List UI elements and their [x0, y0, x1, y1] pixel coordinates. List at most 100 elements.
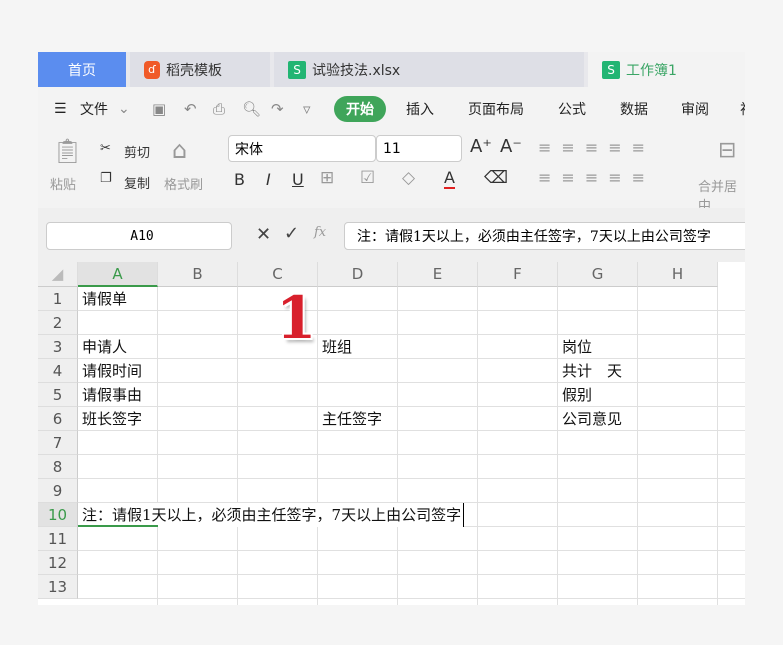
column-header-A[interactable]: A: [78, 262, 158, 287]
print-preview-icon[interactable]: 🔍︎: [242, 100, 261, 118]
align-horizontal-icons[interactable]: ≡≡≡≡≡: [538, 168, 655, 187]
undo-icon[interactable]: ↶: [184, 100, 197, 118]
eraser-icon[interactable]: ⌫: [484, 168, 508, 188]
underline-button[interactable]: U: [292, 170, 304, 189]
sheet-icon: S: [288, 60, 306, 79]
format-painter-button[interactable]: 格式刷: [164, 174, 203, 193]
sheet-grid[interactable]: ◢ A B C D E F G H 1 2 3 4 5 6 7 8 9 10 11 12 13 请假单 申请人 班组 岗位 请假时…: [38, 262, 745, 605]
tab-start[interactable]: 开始: [334, 96, 386, 122]
gridline: [78, 430, 745, 431]
borders-icon[interactable]: ⊞: [320, 168, 334, 188]
format-painter-icon: ⌂: [172, 136, 188, 164]
row-header-7[interactable]: 7: [38, 431, 78, 455]
cell-A4[interactable]: 请假时间: [78, 359, 142, 383]
gridline: [78, 310, 745, 311]
tab-review[interactable]: 审阅: [681, 99, 709, 119]
hamburger-icon[interactable]: ☰: [54, 101, 67, 117]
menu-bar: ☰ 文件 ⌄ ▣ ↶ ⎙ 🔍︎ ↷ ▿ 开始 插入 页面布局 公式 数据 审阅 …: [38, 88, 745, 130]
gridline: [78, 454, 745, 455]
paste-icon[interactable]: 📋︎: [52, 137, 82, 165]
merge-icon[interactable]: ⊟: [718, 138, 736, 163]
cell-D3[interactable]: 班组: [318, 335, 352, 359]
gridline: [78, 550, 745, 551]
font-size-value: 11: [383, 140, 401, 157]
row-header-11[interactable]: 11: [38, 527, 78, 551]
redo-icon[interactable]: ↷: [271, 100, 284, 118]
save-icon[interactable]: ▣: [152, 100, 166, 118]
formula-input[interactable]: 注：请假1天以上，必须由主任签字，7天以上由公司签字: [344, 222, 745, 250]
chevron-down-icon[interactable]: ⌄: [118, 101, 130, 117]
font-size-select[interactable]: 11: [376, 135, 462, 162]
tab-view[interactable]: 视: [740, 99, 745, 119]
cancel-icon[interactable]: ✕: [256, 224, 271, 245]
cut-button[interactable]: 剪切: [124, 142, 150, 161]
gridline: [78, 478, 745, 479]
fx-icon[interactable]: fx: [314, 225, 326, 240]
tab-insert[interactable]: 插入: [406, 99, 434, 119]
italic-button[interactable]: I: [266, 170, 271, 189]
gridline: [78, 574, 745, 575]
tab-bar: 首页 ɗ 稻壳模板 S 试验技法.xlsx S 工作簿1: [38, 52, 745, 87]
bold-button[interactable]: B: [234, 170, 245, 189]
docer-icon: ɗ: [144, 60, 160, 79]
cell-style-icon[interactable]: ☑: [360, 168, 375, 188]
column-header-B[interactable]: B: [158, 262, 238, 287]
cell-G3[interactable]: 岗位: [558, 335, 592, 359]
gridline: [78, 334, 745, 335]
print-icon[interactable]: ⎙: [213, 100, 225, 118]
cell-G6[interactable]: 公司意见: [558, 407, 622, 431]
cell-A3[interactable]: 申请人: [78, 335, 127, 359]
cell-D6[interactable]: 主任签字: [318, 407, 382, 431]
copy-icon: ❐: [100, 171, 112, 186]
row-header-10[interactable]: 10: [38, 503, 78, 527]
file-menu[interactable]: 文件: [80, 99, 108, 119]
cell-A5[interactable]: 请假事由: [78, 383, 142, 407]
column-header-D[interactable]: D: [318, 262, 398, 287]
tab-data[interactable]: 数据: [620, 99, 648, 119]
cell-G4[interactable]: 共计 天: [558, 359, 622, 383]
column-header-G[interactable]: G: [558, 262, 638, 287]
column-header-E[interactable]: E: [398, 262, 478, 287]
column-header-H[interactable]: H: [638, 262, 718, 287]
font-name-value: 宋体: [235, 141, 263, 158]
tab-label: 工作簿1: [626, 62, 677, 79]
name-box[interactable]: A10: [46, 222, 232, 250]
cell-A1[interactable]: 请假单: [78, 287, 127, 311]
cell-A10[interactable]: 注：请假1天以上，必须由主任签字，7天以上由公司签字: [78, 503, 465, 527]
row-header-5[interactable]: 5: [38, 383, 78, 407]
cell-A6[interactable]: 班长签字: [78, 407, 142, 431]
paste-button[interactable]: 粘贴: [50, 174, 76, 193]
row-header-3[interactable]: 3: [38, 335, 78, 359]
font-name-select[interactable]: 宋体: [228, 135, 376, 162]
copy-button[interactable]: 复制: [124, 173, 150, 192]
align-vertical-icons[interactable]: ≡≡≡≡≡: [538, 138, 655, 157]
row-header-4[interactable]: 4: [38, 359, 78, 383]
row-header-12[interactable]: 12: [38, 551, 78, 575]
row-header-8[interactable]: 8: [38, 455, 78, 479]
active-cell-indicator: [78, 525, 158, 527]
tab-file-xlsx[interactable]: S 试验技法.xlsx: [274, 52, 584, 87]
row-header-2[interactable]: 2: [38, 311, 78, 335]
tab-label: 稻壳模板: [166, 62, 222, 79]
tab-formula[interactable]: 公式: [558, 99, 586, 119]
tab-workbook1[interactable]: S 工作簿1: [588, 52, 745, 87]
increase-font-icon[interactable]: A⁺: [470, 136, 492, 157]
row-header-9[interactable]: 9: [38, 479, 78, 503]
tab-home[interactable]: 首页: [38, 52, 126, 87]
tab-docer[interactable]: ɗ 稻壳模板: [130, 52, 270, 87]
column-header-F[interactable]: F: [478, 262, 558, 287]
select-all-corner[interactable]: ◢: [38, 262, 78, 287]
row-header-13[interactable]: 13: [38, 575, 78, 599]
scissors-icon: ✂: [100, 141, 111, 156]
cell-G5[interactable]: 假别: [558, 383, 592, 407]
row-header-1[interactable]: 1: [38, 287, 78, 311]
gridline: [78, 406, 745, 407]
row-header-6[interactable]: 6: [38, 407, 78, 431]
confirm-icon[interactable]: ✓: [284, 223, 299, 244]
font-color-button[interactable]: A: [444, 168, 455, 189]
fill-color-icon[interactable]: ◇: [402, 168, 415, 188]
decrease-font-icon[interactable]: A⁻: [500, 136, 522, 157]
more-icon[interactable]: ▿: [303, 100, 311, 118]
sheet-icon: S: [602, 60, 620, 79]
tab-page-layout[interactable]: 页面布局: [468, 99, 524, 119]
